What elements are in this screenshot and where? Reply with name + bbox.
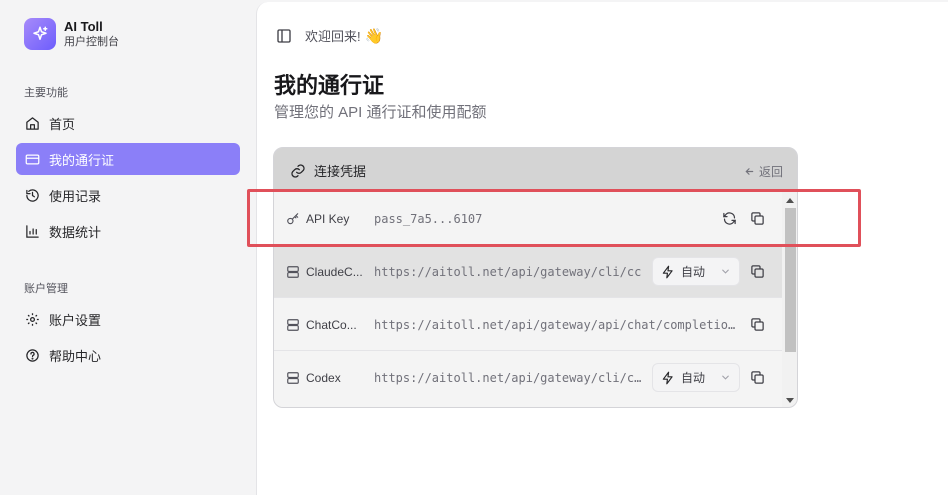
chevron-down-icon	[720, 266, 731, 277]
credentials-list: API Key pass_7a5...6107 ClaudeC... https…	[274, 192, 782, 407]
gear-icon	[24, 311, 40, 327]
copy-icon[interactable]	[748, 262, 766, 280]
page-title: 我的通行证	[274, 73, 385, 98]
history-icon	[24, 187, 40, 203]
sidebar-item-label: 账户设置	[49, 312, 102, 328]
sidebar-item-usage-history[interactable]: 使用记录	[16, 179, 240, 211]
sidebar-item-account-settings[interactable]: 账户设置	[16, 303, 240, 335]
server-icon	[286, 318, 300, 332]
bolt-icon	[661, 265, 675, 279]
topbar: 欢迎回来! 👋	[275, 26, 383, 45]
sidebar: AI Toll 用户控制台 主要功能 首页 我的通行证 使用记录 数据统计 账户…	[0, 0, 256, 495]
table-row-chatcompletions: ChatCo... https://aitoll.net/api/gateway…	[274, 298, 782, 351]
welcome-text: 欢迎回来!	[305, 29, 361, 44]
mode-label: 自动	[681, 265, 706, 279]
wave-emoji-icon: 👋	[364, 27, 384, 45]
scrollbar[interactable]	[782, 192, 797, 407]
server-icon	[286, 265, 300, 279]
credential-name: Codex	[306, 371, 341, 385]
key-icon	[286, 212, 300, 226]
sidebar-toggle-icon[interactable]	[275, 27, 293, 45]
sidebar-item-label: 使用记录	[49, 188, 102, 204]
mode-label: 自动	[681, 371, 706, 385]
credential-name: ClaudeC...	[306, 265, 363, 279]
credential-name: API Key	[306, 212, 350, 226]
card-icon	[24, 151, 40, 167]
endpoint-url[interactable]: https://aitoll.net/api/gateway/cli/cc	[374, 265, 644, 279]
sparkle-logo-icon	[24, 18, 56, 50]
refresh-icon[interactable]	[720, 209, 738, 227]
bar-chart-icon	[24, 223, 40, 239]
scroll-down-arrow-icon[interactable]	[786, 398, 794, 403]
mode-select[interactable]: 自动	[652, 257, 740, 286]
card-header: 连接凭据 返回	[274, 148, 797, 192]
sidebar-item-my-pass[interactable]: 我的通行证	[16, 143, 240, 175]
credentials-card: 连接凭据 返回 API Key pass_7a5...6107 ClaudeC.…	[273, 147, 798, 408]
back-button[interactable]: 返回	[744, 163, 783, 180]
table-row-api-key: API Key pass_7a5...6107	[274, 192, 782, 245]
endpoint-url[interactable]: https://aitoll.net/api/gateway/cli/c...	[374, 371, 644, 385]
section-title-main: 主要功能	[24, 87, 68, 99]
page-subtitle: 管理您的 API 通行证和使用配额	[274, 104, 487, 121]
brand[interactable]: AI Toll 用户控制台	[24, 18, 119, 50]
arrow-left-icon	[744, 166, 755, 177]
sidebar-item-label: 数据统计	[49, 224, 102, 240]
chevron-down-icon	[720, 372, 731, 383]
table-row-codex: Codex https://aitoll.net/api/gateway/cli…	[274, 351, 782, 407]
table-row-claudecode: ClaudeC... https://aitoll.net/api/gatewa…	[274, 245, 782, 298]
app-window: AI Toll 用户控制台 主要功能 首页 我的通行证 使用记录 数据统计 账户…	[0, 0, 948, 495]
endpoint-url[interactable]: https://aitoll.net/api/gateway/api/chat/…	[374, 318, 738, 332]
card-title: 连接凭据	[314, 164, 367, 179]
link-icon	[290, 163, 306, 179]
credential-name: ChatCo...	[306, 318, 357, 332]
copy-icon[interactable]	[748, 315, 766, 333]
mode-select[interactable]: 自动	[652, 363, 740, 392]
brand-name: AI Toll	[64, 19, 103, 34]
scroll-up-arrow-icon[interactable]	[786, 198, 794, 203]
home-icon	[24, 115, 40, 131]
sidebar-item-home[interactable]: 首页	[16, 107, 240, 139]
sidebar-item-statistics[interactable]: 数据统计	[16, 215, 240, 247]
sidebar-item-help-center[interactable]: 帮助中心	[16, 339, 240, 371]
server-icon	[286, 371, 300, 385]
copy-icon[interactable]	[748, 209, 766, 227]
bolt-icon	[661, 371, 675, 385]
back-label: 返回	[758, 165, 783, 179]
sidebar-item-label: 首页	[49, 116, 76, 132]
scrollbar-thumb[interactable]	[785, 208, 796, 352]
api-key-value[interactable]: pass_7a5...6107	[374, 212, 574, 226]
help-icon	[24, 347, 40, 363]
copy-icon[interactable]	[748, 368, 766, 386]
brand-subtitle: 用户控制台	[64, 36, 119, 48]
section-title-account: 账户管理	[24, 283, 68, 295]
main-panel: 欢迎回来! 👋 我的通行证 管理您的 API 通行证和使用配额 连接凭据 返回	[256, 2, 948, 495]
sidebar-item-label: 帮助中心	[49, 348, 102, 364]
sidebar-item-label: 我的通行证	[49, 152, 115, 168]
